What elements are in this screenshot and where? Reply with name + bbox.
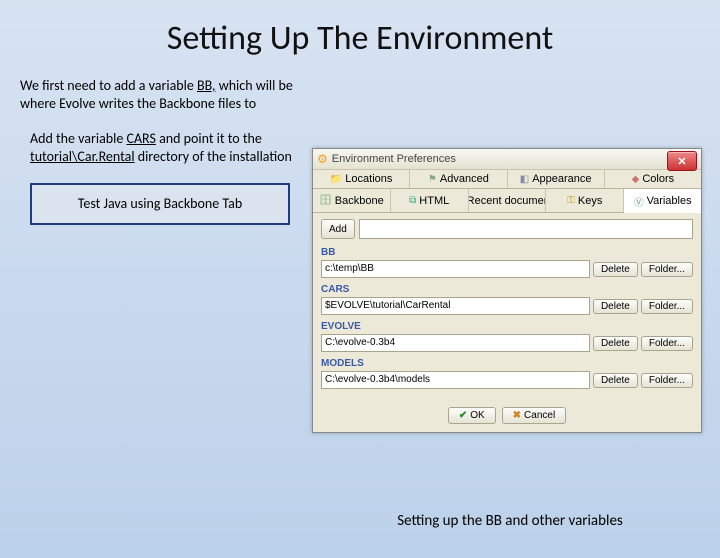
variable-row-evolve: EVOLVE C:\evolve-0.3b4 Delete Folder... <box>321 321 693 352</box>
variable-row-bb: BB c:\temp\BB Delete Folder... <box>321 247 693 278</box>
tab-advanced[interactable]: ⚑Advanced <box>410 170 507 188</box>
window-close-button[interactable]: ✕ <box>667 151 697 171</box>
appearance-icon: ◧ <box>520 174 529 185</box>
colors-icon: ◆ <box>632 174 640 185</box>
tab-backbone[interactable]: 🗄Backbone <box>313 189 391 212</box>
tab-locations[interactable]: 📁Locations <box>313 170 410 188</box>
dialog-title: Environment Preferences <box>332 153 456 165</box>
variable-name: MODELS <box>321 358 693 369</box>
html-icon: ⧉ <box>409 195 416 206</box>
variable-value[interactable]: C:\evolve-0.3b4 <box>321 334 590 352</box>
folder-button[interactable]: Folder... <box>641 373 693 388</box>
tab-keys[interactable]: ⚿Keys <box>546 189 624 212</box>
variables-icon: Ⓥ <box>634 194 644 209</box>
slide-title: Setting Up The Environment <box>0 18 720 59</box>
advanced-icon: ⚑ <box>428 174 437 185</box>
tab-recent-documents[interactable]: 🗎Recent documents <box>469 189 547 212</box>
folder-icon: 📁 <box>330 174 342 185</box>
new-variable-input[interactable] <box>359 219 693 239</box>
callout-box: Test Java using Backbone Tab <box>30 183 290 225</box>
tab-row-bottom: 🗄Backbone ⧉HTML 🗎Recent documents ⚿Keys … <box>313 189 701 213</box>
tab-variables[interactable]: ⓋVariables <box>624 189 701 213</box>
tab-row-top: 📁Locations ⚑Advanced ◧Appearance ◆Colors <box>313 170 701 189</box>
cancel-button[interactable]: ✖Cancel <box>502 407 567 424</box>
environment-preferences-dialog: ⚙ Environment Preferences ✕ 📁Locations ⚑… <box>312 148 702 433</box>
folder-button[interactable]: Folder... <box>641 299 693 314</box>
variable-row-models: MODELS C:\evolve-0.3b4\models Delete Fol… <box>321 358 693 389</box>
dialog-titlebar: ⚙ Environment Preferences ✕ <box>313 149 701 170</box>
close-icon: ✕ <box>677 155 686 168</box>
variable-value[interactable]: C:\evolve-0.3b4\models <box>321 371 590 389</box>
ok-button[interactable]: ✔OK <box>448 407 496 424</box>
dialog-footer: ✔OK ✖Cancel <box>313 401 701 432</box>
delete-button[interactable]: Delete <box>593 336 638 351</box>
folder-button[interactable]: Folder... <box>641 336 693 351</box>
backbone-icon: 🗄 <box>319 195 332 206</box>
tab-colors[interactable]: ◆Colors <box>605 170 701 188</box>
delete-button[interactable]: Delete <box>593 262 638 277</box>
tab-html[interactable]: ⧉HTML <box>391 189 469 212</box>
variable-name: BB <box>321 247 693 258</box>
variable-value[interactable]: c:\temp\BB <box>321 260 590 278</box>
check-icon: ✔ <box>459 410 467 421</box>
key-icon: ⚿ <box>567 195 575 206</box>
variable-row-cars: CARS $EVOLVE\tutorial\CarRental Delete F… <box>321 284 693 315</box>
paragraph-2: Add the variable CARS and point it to th… <box>20 130 300 165</box>
dialog-body: Add BB c:\temp\BB Delete Folder... CARS … <box>313 213 701 401</box>
paragraph-1: We first need to add a variable BB, whic… <box>20 77 300 112</box>
delete-button[interactable]: Delete <box>593 299 638 314</box>
gear-icon: ⚙ <box>317 152 328 166</box>
variable-name: CARS <box>321 284 693 295</box>
delete-button[interactable]: Delete <box>593 373 638 388</box>
variable-value[interactable]: $EVOLVE\tutorial\CarRental <box>321 297 590 315</box>
figure-caption: Setting up the BB and other variables <box>320 512 700 530</box>
add-button[interactable]: Add <box>321 219 355 239</box>
tab-appearance[interactable]: ◧Appearance <box>508 170 605 188</box>
cancel-icon: ✖ <box>513 410 521 421</box>
variable-name: EVOLVE <box>321 321 693 332</box>
folder-button[interactable]: Folder... <box>641 262 693 277</box>
